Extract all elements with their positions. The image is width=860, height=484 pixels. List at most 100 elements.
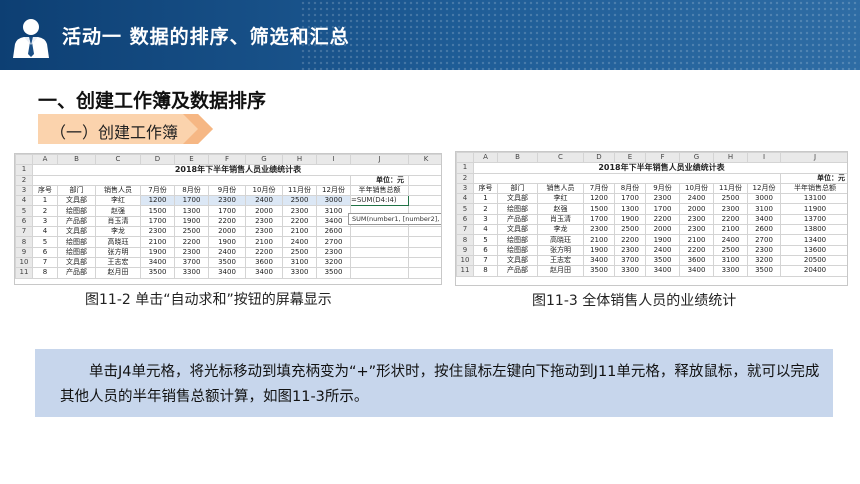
row-header[interactable]: 6	[15, 215, 33, 228]
table-cell[interactable]: 11900	[780, 203, 847, 215]
table-cell[interactable]: 2100	[140, 236, 175, 248]
column-header[interactable]: F	[645, 152, 680, 164]
table-cell[interactable]: 1900	[645, 234, 680, 246]
empty-cell[interactable]	[408, 267, 441, 279]
row-header[interactable]: 9	[456, 244, 474, 256]
table-cell[interactable]: 肖玉清	[95, 215, 141, 228]
row-header[interactable]: 3	[456, 182, 474, 195]
empty-cell[interactable]	[408, 195, 441, 207]
field-header[interactable]: 7月份	[140, 184, 175, 197]
table-cell[interactable]: 3100	[282, 256, 317, 269]
table-cell[interactable]: 3400	[583, 254, 615, 267]
field-header[interactable]: 11月份	[282, 184, 317, 197]
table-cell[interactable]: 8	[473, 265, 498, 277]
field-header[interactable]: 8月份	[614, 182, 646, 195]
table-cell[interactable]: 3300	[713, 265, 748, 277]
table-cell[interactable]: 3	[32, 215, 58, 228]
table-cell[interactable]: 3400	[645, 265, 680, 277]
table-cell[interactable]: 肖玉清	[537, 213, 584, 226]
spreadsheet-autosum[interactable]: A B C D E F G H I J K 1 2018年下半年销售人员业绩统计表 2 单位：元 3 序号 部门销…	[14, 153, 442, 285]
field-header[interactable]: 销售人员	[95, 184, 141, 197]
table-cell[interactable]: 13600	[780, 244, 847, 256]
table-cell[interactable]: 2400	[679, 193, 714, 205]
empty-cell[interactable]	[350, 226, 409, 238]
field-header[interactable]: 销售人员	[537, 182, 584, 195]
column-header[interactable]: A	[32, 154, 58, 166]
table-cell[interactable]: 1900	[208, 236, 246, 248]
table-cell[interactable]: 3100	[316, 205, 351, 217]
table-cell[interactable]: 绘图部	[57, 205, 96, 217]
table-cell[interactable]: 13100	[780, 193, 847, 205]
table-cell[interactable]: 2700	[316, 236, 351, 248]
table-cell[interactable]: 2200	[614, 234, 646, 246]
table-cell[interactable]: 2200	[282, 215, 317, 228]
table-cell[interactable]: 3700	[614, 254, 646, 267]
table-cell[interactable]: 绘图部	[497, 203, 538, 215]
table-cell[interactable]: 文具部	[57, 226, 96, 238]
field-header[interactable]: 半年销售总额	[780, 182, 847, 195]
table-cell[interactable]: 绘图部	[497, 244, 538, 256]
table-cell[interactable]: 高晓珏	[537, 234, 584, 246]
table-cell[interactable]: 2500	[713, 244, 748, 256]
table-cell[interactable]: 赵月田	[537, 265, 584, 277]
table-cell[interactable]: 20400	[780, 265, 847, 277]
column-header[interactable]: I	[747, 152, 781, 164]
table-cell[interactable]: 2000	[208, 226, 246, 238]
field-header[interactable]: 9月份	[645, 182, 680, 195]
table-cell[interactable]: 1500	[140, 205, 175, 217]
table-cell[interactable]: 3500	[140, 267, 175, 279]
empty-cell[interactable]	[350, 236, 409, 248]
field-header[interactable]: 半年销售总额	[350, 184, 409, 197]
column-header[interactable]: J	[350, 154, 409, 166]
table-cell[interactable]: 5	[32, 236, 58, 248]
row-header[interactable]: 2	[15, 174, 33, 186]
table-cell[interactable]: 3300	[174, 267, 209, 279]
table-cell[interactable]: 产品部	[57, 267, 96, 279]
empty-cell[interactable]	[350, 256, 409, 269]
column-header[interactable]: F	[208, 154, 246, 166]
table-cell[interactable]: 3200	[747, 254, 781, 267]
table-cell[interactable]: 2000	[245, 205, 283, 217]
unit-label[interactable]: 单位：元	[780, 172, 847, 184]
row-header[interactable]: 8	[456, 234, 474, 246]
empty-cell[interactable]	[350, 246, 409, 258]
table-cell[interactable]: 2200	[174, 236, 209, 248]
table-cell[interactable]: 2300	[679, 213, 714, 226]
table-cell[interactable]: 1500	[583, 203, 615, 215]
table-cell[interactable]: 3700	[174, 256, 209, 269]
table-cell[interactable]: 2300	[713, 203, 748, 215]
table-cell[interactable]: 1	[473, 193, 498, 205]
table-cell[interactable]: 2700	[747, 234, 781, 246]
empty-cell[interactable]	[408, 236, 441, 248]
table-cell[interactable]: 2300	[245, 215, 283, 228]
column-header[interactable]: D	[583, 152, 615, 164]
table-cell[interactable]: 绘图部	[57, 246, 96, 258]
table-cell[interactable]: 李龙	[537, 224, 584, 236]
column-header[interactable]: A	[473, 152, 498, 164]
table-cell[interactable]: 1900	[614, 213, 646, 226]
table-cell[interactable]: 2	[32, 205, 58, 217]
table-cell[interactable]: 6	[473, 244, 498, 256]
table-cell[interactable]: 2400	[645, 244, 680, 256]
table-cell[interactable]: 1700	[614, 193, 646, 205]
table-cell[interactable]: 5	[473, 234, 498, 246]
table-cell[interactable]: 2600	[316, 226, 351, 238]
column-header[interactable]: K	[408, 154, 441, 166]
table-cell[interactable]: 高晓珏	[95, 236, 141, 248]
field-header[interactable]: 部门	[497, 182, 538, 195]
column-header[interactable]: G	[679, 152, 714, 164]
table-cell[interactable]: 1700	[645, 203, 680, 215]
row-header[interactable]: 11	[15, 267, 33, 279]
table-cell[interactable]: 2200	[645, 213, 680, 226]
table-cell[interactable]: 7	[32, 256, 58, 269]
table-cell[interactable]: 1900	[583, 244, 615, 256]
empty-cell[interactable]	[350, 267, 409, 279]
table-cell[interactable]: 2000	[679, 203, 714, 215]
table-cell[interactable]: 3400	[679, 265, 714, 277]
field-header[interactable]: 12月份	[316, 184, 351, 197]
table-cell[interactable]: 2100	[679, 234, 714, 246]
table-cell[interactable]: 3	[473, 213, 498, 226]
field-header[interactable]	[408, 184, 441, 197]
table-cell[interactable]: 2300	[679, 224, 714, 236]
table-cell[interactable]: 13700	[780, 213, 847, 226]
